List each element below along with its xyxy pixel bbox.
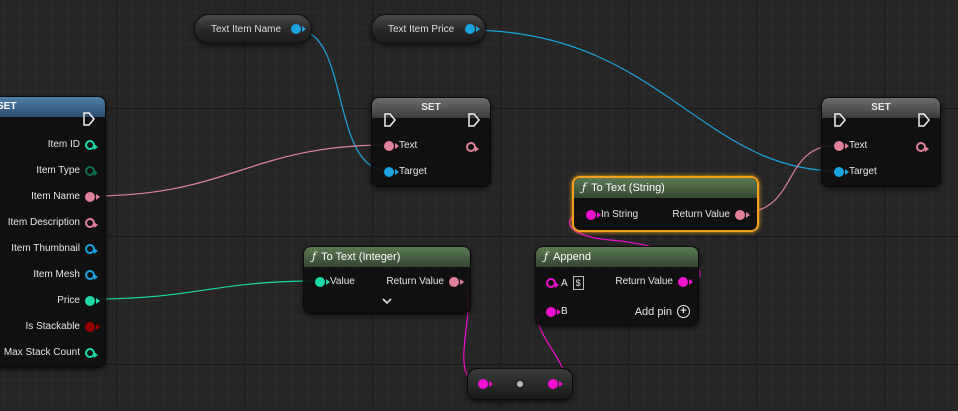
text-out-pin[interactable]	[466, 142, 479, 152]
text-pin[interactable]	[449, 276, 464, 287]
var-label: Text Item Name	[211, 23, 282, 35]
pin-row-text: Text	[384, 140, 417, 151]
node-title: To Text (String)	[591, 182, 665, 194]
var-text-item-name[interactable]: Text Item Name	[194, 14, 312, 44]
pin-row-item-description: Item Description	[8, 217, 98, 228]
int-pin[interactable]	[85, 139, 98, 150]
exec-out-pin[interactable]	[468, 113, 480, 130]
text-out-pin[interactable]	[916, 142, 929, 152]
node-header: ƒ To Text (String)	[574, 178, 757, 198]
exec-out-pin[interactable]	[83, 112, 95, 129]
text-pin[interactable]	[735, 209, 750, 220]
text-pin[interactable]	[834, 140, 849, 151]
node-header: ƒ Append	[536, 247, 698, 267]
pin-row-a: A $	[546, 276, 584, 290]
object-pin[interactable]	[384, 166, 399, 177]
object-pin[interactable]	[85, 269, 98, 280]
node-title: To Text (Integer)	[321, 251, 401, 263]
pin-row-item-type: Item Type	[36, 165, 98, 176]
wire-item-name-text	[91, 144, 389, 197]
object-pin[interactable]	[834, 166, 849, 177]
pin-row-return-value: Return Value	[386, 276, 464, 287]
pin-row-in-string: In String	[586, 209, 638, 220]
text-pin[interactable]	[85, 217, 98, 228]
pin-row-return-value: Return Value	[672, 209, 750, 220]
pin-row-max-stack-count: Max Stack Count	[4, 347, 98, 358]
pin-row-item-thumbnail: Item Thumbnail	[11, 243, 98, 254]
string-input-box[interactable]: $	[572, 276, 584, 290]
var-text-item-price[interactable]: Text Item Price	[371, 14, 486, 44]
node-header: ƒ To Text (Integer)	[304, 247, 470, 267]
int-pin[interactable]	[85, 347, 98, 358]
expand-chevron-icon[interactable]	[382, 297, 392, 308]
add-pin-button[interactable]: Add pin +	[635, 305, 690, 318]
reroute-dot-icon	[517, 381, 523, 387]
set-node-title: SET	[0, 101, 17, 112]
int-pin[interactable]	[85, 295, 100, 306]
pin-row-return-value: Return Value	[615, 276, 693, 287]
pin-row-item-mesh: Item Mesh	[33, 269, 98, 280]
plus-circle-icon: +	[677, 305, 690, 318]
to-text-integer-node[interactable]: ƒ To Text (Integer) Value Return Value	[303, 246, 471, 314]
to-text-string-node[interactable]: ƒ To Text (String) In String Return Valu…	[572, 176, 759, 232]
function-icon: ƒ	[312, 250, 317, 263]
pin-row-text: Text	[834, 140, 867, 151]
string-pin[interactable]	[546, 278, 559, 288]
string-pin[interactable]	[678, 276, 693, 287]
string-pin[interactable]	[586, 209, 601, 220]
pin-row-item-id: Item ID	[48, 139, 98, 150]
exec-in-pin[interactable]	[834, 113, 846, 130]
int-pin[interactable]	[315, 276, 330, 287]
function-icon: ƒ	[544, 250, 549, 263]
pin-row-price: Price	[57, 295, 100, 306]
object-pin[interactable]	[291, 24, 306, 34]
node-title: Append	[553, 251, 592, 263]
text-pin[interactable]	[384, 140, 399, 151]
pin-row-target: Target	[834, 166, 877, 177]
text-pin[interactable]	[85, 191, 100, 202]
object-pin[interactable]	[465, 24, 480, 34]
pin-row-target: Target	[384, 166, 427, 177]
wire-price-value	[89, 280, 319, 300]
wires-layer	[89, 29, 839, 384]
append-node[interactable]: ƒ Append A $ Return Value B Add pin +	[535, 246, 699, 326]
set-node-left[interactable]: SET Item ID Item Type Item Name Item Des…	[0, 96, 106, 368]
string-out-pin[interactable]	[548, 379, 563, 389]
enum-pin[interactable]	[85, 165, 98, 176]
string-in-pin[interactable]	[478, 379, 493, 389]
set-node-title: SET	[871, 102, 891, 113]
pin-row-item-name: Item Name	[31, 191, 100, 202]
wire-item-price-target	[467, 29, 839, 172]
reroute-node[interactable]	[467, 368, 573, 400]
exec-out-pin[interactable]	[918, 113, 930, 130]
pin-row-b: B	[546, 306, 568, 317]
object-pin[interactable]	[85, 243, 98, 254]
bool-pin[interactable]	[85, 321, 100, 332]
set-node-right[interactable]: SET Text Target	[821, 97, 941, 187]
set-node-title: SET	[421, 102, 441, 113]
exec-in-pin[interactable]	[384, 113, 396, 130]
set-node-mid[interactable]: SET Text Target	[371, 97, 491, 187]
function-icon: ƒ	[582, 181, 587, 194]
pin-row-value: Value	[315, 276, 355, 287]
pin-row-is-stackable: Is Stackable	[26, 321, 100, 332]
var-label: Text Item Price	[388, 23, 455, 35]
string-pin[interactable]	[546, 306, 561, 317]
